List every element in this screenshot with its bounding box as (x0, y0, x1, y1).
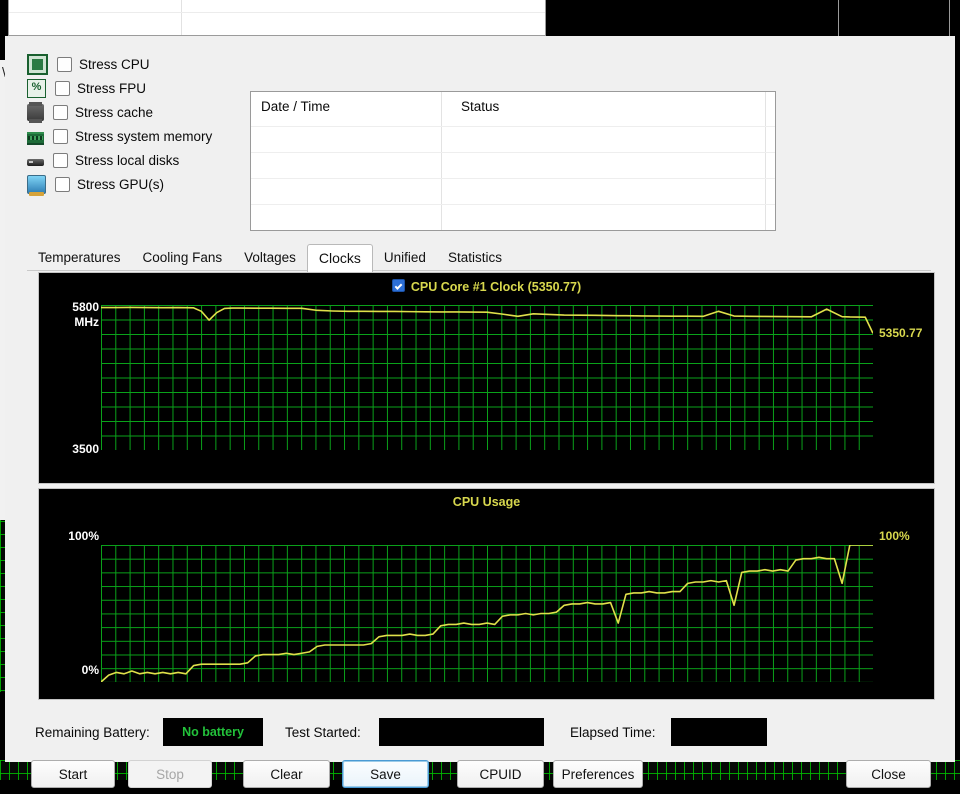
column-header-datetime[interactable]: Date / Time (251, 92, 451, 114)
save-button[interactable]: Save (342, 760, 429, 788)
stress-cache-checkbox[interactable] (53, 104, 68, 120)
cpu-clock-graph-panel: CPU Core #1 Clock (5350.77) 5800 MHz 350… (38, 272, 935, 484)
elapsed-time-label: Elapsed Time: (570, 725, 656, 740)
cpu-usage-current-value: 100% (879, 529, 910, 543)
fpu-icon: % (27, 78, 46, 98)
table-header-row: Date / Time Status (251, 92, 775, 126)
row-divider (251, 178, 775, 179)
cpu-clock-plot-area (101, 305, 873, 450)
close-button[interactable]: Close (846, 760, 931, 788)
battery-label: Remaining Battery: (35, 725, 150, 740)
gpu-icon (27, 174, 46, 196)
stress-memory-checkbox[interactable] (53, 128, 68, 144)
test-started-value-box (379, 718, 544, 746)
preferences-button[interactable]: Preferences (553, 760, 643, 788)
battery-value: No battery (182, 725, 244, 739)
stress-option-label: Stress GPU(s) (77, 176, 165, 192)
row-divider (251, 204, 775, 205)
stress-option-cpu[interactable]: Stress CPU (27, 52, 232, 76)
column-divider (441, 92, 442, 230)
stress-options-panel: Stress CPU % Stress FPU Stress cache Str… (27, 52, 232, 196)
tab-strip: Temperatures Cooling Fans Voltages Clock… (27, 244, 513, 272)
memory-icon (27, 131, 44, 145)
cache-icon (27, 101, 44, 123)
tab-voltages[interactable]: Voltages (233, 246, 307, 271)
background-table-fragment (8, 0, 546, 36)
stress-option-cache[interactable]: Stress cache (27, 100, 232, 124)
tab-statistics[interactable]: Statistics (437, 246, 513, 271)
cpu-usage-y-axis-min: 0% (81, 663, 99, 677)
battery-value-box: No battery (163, 718, 263, 746)
tab-cooling-fans[interactable]: Cooling Fans (132, 246, 234, 271)
fragment-row-divider (9, 12, 545, 13)
stress-option-memory[interactable]: Stress system memory (27, 124, 232, 148)
stress-option-label: Stress FPU (77, 80, 147, 96)
stress-option-label: Stress system memory (75, 128, 213, 144)
cpu-clock-y-axis-min: 3500 (72, 442, 99, 456)
clear-button[interactable]: Clear (243, 760, 330, 788)
background-black-panel (838, 0, 950, 37)
stress-option-label: Stress local disks (75, 152, 180, 168)
elapsed-time-value-box (671, 718, 767, 746)
button-bar: Start Stop Clear Save CPUID Preferences … (5, 760, 955, 794)
cpu-usage-graph-title-text: CPU Usage (452, 495, 521, 509)
tab-clocks[interactable]: Clocks (306, 244, 373, 272)
system-stability-test-dialog: Stress CPU % Stress FPU Stress cache Str… (5, 36, 955, 788)
test-started-label: Test Started: (285, 725, 361, 740)
cpu-usage-graph-panel: CPU Usage 100% 0% 100% (38, 488, 935, 700)
stress-disks-checkbox[interactable] (53, 152, 68, 168)
row-divider (251, 152, 775, 153)
stress-option-disks[interactable]: Stress local disks (27, 148, 232, 172)
cpu-icon (27, 53, 48, 75)
stress-option-label: Stress cache (75, 104, 154, 120)
disk-icon (27, 159, 44, 166)
cpu-clock-current-value: 5350.77 (879, 326, 923, 340)
cpu-usage-plot-area (101, 545, 873, 682)
cpu-clock-trace (101, 306, 873, 334)
stress-option-label: Stress CPU (79, 56, 150, 72)
stress-option-fpu[interactable]: % Stress FPU (27, 76, 232, 100)
scrollbar-track[interactable] (765, 92, 766, 230)
status-row: Remaining Battery: No battery Test Start… (35, 718, 935, 748)
cpu-clock-y-axis-max: 5800 MHz (72, 300, 99, 329)
column-header-status[interactable]: Status (451, 92, 499, 114)
tab-unified[interactable]: Unified (373, 246, 437, 271)
row-divider (251, 126, 775, 127)
tab-temperatures[interactable]: Temperatures (27, 246, 132, 271)
cpuid-button[interactable]: CPUID (457, 760, 544, 788)
cpu-clock-graph-title[interactable]: CPU Core #1 Clock (5350.77) (39, 279, 934, 294)
cpu-clock-graph-title-text: CPU Core #1 Clock (5350.77) (410, 280, 582, 294)
stress-gpu-checkbox[interactable] (55, 176, 70, 192)
cpu-usage-graph-title: CPU Usage (39, 495, 934, 509)
stress-option-gpu[interactable]: Stress GPU(s) (27, 172, 232, 196)
stress-fpu-checkbox[interactable] (55, 80, 70, 96)
cpu-usage-trace (101, 545, 873, 682)
event-log-table[interactable]: Date / Time Status (250, 91, 776, 231)
fragment-column-divider (181, 0, 182, 35)
cpu-usage-y-axis-max: 100% (68, 529, 99, 543)
checkbox-checked-icon[interactable] (391, 279, 405, 292)
stress-cpu-checkbox[interactable] (57, 56, 72, 72)
stop-button: Stop (128, 760, 212, 788)
start-button[interactable]: Start (31, 760, 115, 788)
